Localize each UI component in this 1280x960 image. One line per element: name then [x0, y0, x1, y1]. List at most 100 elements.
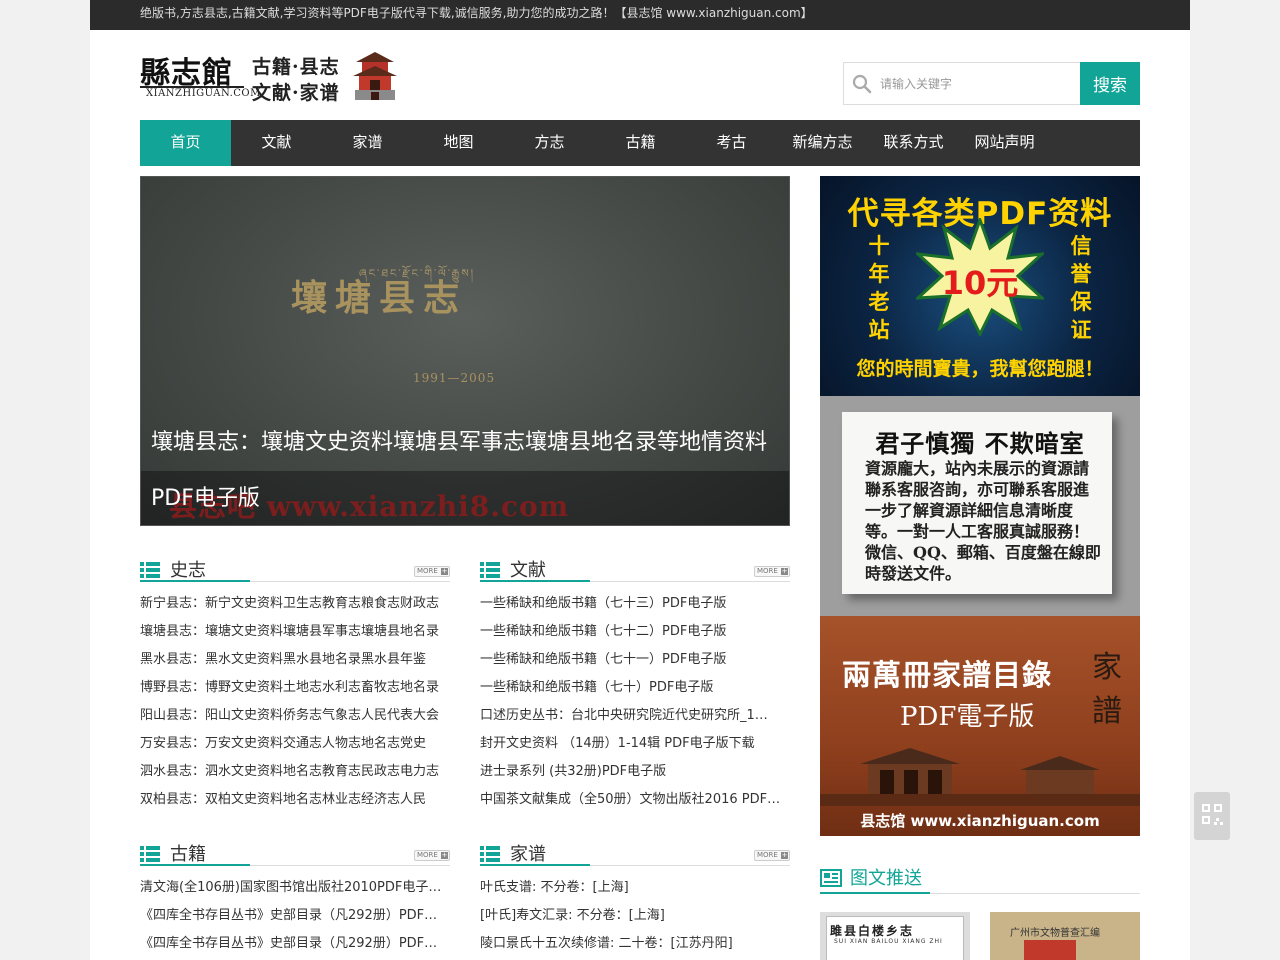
ad-banner-pdf-search[interactable]: 代寻各类PDF资料 十年老站 信誉保证 10元 您的時間寶貴，我幫您跑腿！ — [820, 176, 1140, 396]
article-list: 一些稀缺和绝版书籍（七十三）PDF电子版 一些稀缺和绝版书籍（七十二）PDF电子… — [480, 591, 790, 815]
list-item[interactable]: 一些稀缺和绝版书籍（七十一）PDF电子版 — [480, 647, 790, 675]
section-header: 史志 MORE — [140, 550, 450, 582]
list-item[interactable]: 黑水县志：黑水文史资料黑水县地名录黑水县年鉴 — [140, 647, 450, 675]
nav-home[interactable]: 首页 — [140, 120, 231, 166]
article-list: 叶氏支谱: 不分卷：[上海] [叶氏]寿文汇录: 不分卷：[上海] 陵口景氏十五… — [480, 875, 790, 959]
nav-guji[interactable]: 古籍 — [595, 120, 686, 166]
list-item[interactable]: 《四库全书存目丛书》史部目录（凡292册）PDF… — [140, 903, 450, 931]
thumbnail-stamp — [1024, 940, 1076, 960]
qr-code-icon — [1202, 804, 1223, 825]
ad2-headline: 君子慎獨 不欺暗室 — [875, 429, 1085, 458]
slide-book-years: 1991—2005 — [413, 371, 496, 385]
tuwen-thumbnail[interactable]: 雎县白楼乡志 SUI XIAN BAILOU XIANG ZHI — [820, 912, 970, 960]
section-underline — [480, 864, 590, 866]
section-jiapu: 家谱 MORE 叶氏支谱: 不分卷：[上海] [叶氏]寿文汇录: 不分卷：[上海… — [480, 834, 790, 959]
ad1-footer: 您的時間寶貴，我幫您跑腿！ — [856, 358, 1104, 380]
thumbnail-subtitle: SUI XIAN BAILOU XIANG ZHI — [834, 938, 943, 945]
section-header: 文献 MORE — [480, 550, 790, 582]
list-item[interactable]: 封开文史资料 （14册）1-14辑 PDF电子版下载 — [480, 731, 790, 759]
ad3-vertical-text: 家譜 — [1092, 650, 1122, 729]
list-item[interactable]: 一些稀缺和绝版书籍（七十）PDF电子版 — [480, 675, 790, 703]
list-icon — [480, 562, 500, 578]
ad3-headline: 兩萬冊家譜目錄 — [842, 658, 1053, 692]
slide-caption[interactable]: 壤塘县志：壤塘文史资料壤塘县军事志壤塘县地名录等地情资料PDF电子版 — [141, 415, 789, 525]
list-item[interactable]: 叶氏支谱: 不分卷：[上海] — [480, 875, 790, 903]
list-item[interactable]: 万安县志：万安文史资料交通志人物志地名志党史 — [140, 731, 450, 759]
list-item[interactable]: 新宁县志：新宁文史资料卫生志教育志粮食志财政志 — [140, 591, 450, 619]
nav-contact[interactable]: 联系方式 — [868, 120, 959, 166]
slide-caption-text[interactable]: 壤塘县志：壤塘文史资料壤塘县军事志壤塘县地名录等地情资料PDF电子版 — [151, 415, 789, 525]
site-logo[interactable]: 縣志館 XIANZHIGUAN.COM 古籍·县志 文献·家谱 — [140, 48, 400, 106]
list-item[interactable]: 阳山县志：阳山文史资料侨务志气象志人民代表大会 — [140, 703, 450, 731]
more-button[interactable]: MORE — [414, 850, 450, 861]
featured-slide[interactable]: ཞང་ཐང་རྫོང་གི་ལོ་རྒྱུས། 壤塘县志 1991—2005 县… — [140, 176, 790, 526]
qr-code-float-button[interactable] — [1194, 792, 1230, 840]
search-input[interactable] — [843, 62, 1081, 105]
ad1-price: 10元 — [941, 264, 1019, 302]
section-tuwen: 图文推送 — [820, 858, 1140, 894]
section-wenxian: 文献 MORE 一些稀缺和绝版书籍（七十三）PDF电子版 一些稀缺和绝版书籍（七… — [480, 550, 790, 815]
section-title: 家谱 — [510, 844, 546, 865]
search-button[interactable]: 搜索 — [1080, 62, 1140, 105]
section-title: 文献 — [510, 560, 546, 581]
ad2-body: 資源龐大，站內未展示的資源請聯系客服咨詢，亦可聯系客服進一步了解資源詳細信息清晰… — [865, 459, 1101, 583]
section-header: 古籍 MORE — [140, 834, 450, 866]
section-title: 古籍 — [170, 844, 206, 865]
nav-statement[interactable]: 网站声明 — [959, 120, 1050, 166]
more-button[interactable]: MORE — [414, 566, 450, 577]
pavilion-icon — [353, 52, 397, 100]
list-item[interactable]: 壤塘县志：壤塘文史资料壤塘县军事志壤塘县地名录 — [140, 619, 450, 647]
section-underline — [480, 580, 590, 582]
logo-tagline-1: 古籍·县志 — [252, 56, 340, 78]
section-underline — [140, 864, 250, 866]
tuwen-thumbnail[interactable]: 广州市文物普查汇编 — [990, 912, 1140, 960]
section-guji: 古籍 MORE 清文海(全106册)国家图书馆出版社2010PDF电子… 《四库… — [140, 834, 450, 959]
article-list: 清文海(全106册)国家图书馆出版社2010PDF电子… 《四库全书存目丛书》史… — [140, 875, 450, 959]
list-item[interactable]: 《四库全书存目丛书》史部目录（凡292册）PDF… — [140, 931, 450, 959]
section-underline — [820, 892, 930, 894]
list-item[interactable]: [叶氏]寿文汇录: 不分卷：[上海] — [480, 903, 790, 931]
more-button[interactable]: MORE — [754, 566, 790, 577]
list-item[interactable]: 双柏县志：双柏文史资料地名志林业志经济志人民 — [140, 787, 450, 815]
list-item[interactable]: 一些稀缺和绝版书籍（七十二）PDF电子版 — [480, 619, 790, 647]
article-list: 新宁县志：新宁文史资料卫生志教育志粮食志财政志 壤塘县志：壤塘文史资料壤塘县军事… — [140, 591, 450, 815]
section-underline — [140, 580, 250, 582]
ad3-footer: 县志馆 www.xianzhiguan.com — [860, 812, 1100, 830]
nav-fangzhi[interactable]: 方志 — [504, 120, 595, 166]
list-icon — [480, 846, 500, 862]
thumbnail-title: 雎县白楼乡志 — [830, 924, 915, 938]
section-title: 图文推送 — [850, 868, 922, 889]
ad-banner-service[interactable]: 君子慎獨 不欺暗室 資源龐大，站內未展示的資源請聯系客服咨詢，亦可聯系客服進一步… — [820, 396, 1140, 616]
topbar-notice: 绝版书,方志县志,古籍文献,学习资料等PDF电子版代寻下载,诚信服务,助力您的成… — [90, 0, 1190, 30]
nav-kaogu[interactable]: 考古 — [686, 120, 777, 166]
nav-ditu[interactable]: 地图 — [413, 120, 504, 166]
nav-jiapu[interactable]: 家谱 — [322, 120, 413, 166]
page: 绝版书,方志县志,古籍文献,学习资料等PDF电子版代寻下载,诚信服务,助力您的成… — [90, 0, 1190, 960]
logo-tagline-2: 文献·家谱 — [252, 82, 340, 104]
list-item[interactable]: 陵口景氏十五次续修谱: 二十卷：[江苏丹阳] — [480, 931, 790, 959]
list-item[interactable]: 进士录系列 (共32册)PDF电子版 — [480, 759, 790, 787]
list-item[interactable]: 泗水县志：泗水文史资料地名志教育志民政志电力志 — [140, 759, 450, 787]
main-nav: 首页 文献 家谱 地图 方志 古籍 考古 新编方志 联系方式 网站声明 — [140, 120, 1140, 166]
list-item[interactable]: 中国茶文献集成（全50册）文物出版社2016 PDF… — [480, 787, 790, 815]
thumbnail-title: 广州市文物普查汇编 — [1010, 928, 1100, 939]
newspaper-icon — [820, 869, 842, 887]
ad-banner-genealogy[interactable]: 兩萬冊家譜目錄 PDF電子版 家譜 县志馆 www.xianzhiguan.co… — [820, 616, 1140, 836]
section-header: 家谱 MORE — [480, 834, 790, 866]
search-box: 搜索 — [843, 62, 1140, 105]
list-icon — [140, 562, 160, 578]
list-item[interactable]: 博野县志：博野文史资料土地志水利志畜牧志地名录 — [140, 675, 450, 703]
search-icon — [852, 74, 872, 94]
ancestral-hall-icon — [820, 748, 1140, 806]
section-title: 史志 — [170, 560, 206, 581]
nav-wenxian[interactable]: 文献 — [231, 120, 322, 166]
list-item[interactable]: 一些稀缺和绝版书籍（七十三）PDF电子版 — [480, 591, 790, 619]
slide-book-title: 壤塘县志 — [291, 277, 468, 319]
list-item[interactable]: 清文海(全106册)国家图书馆出版社2010PDF电子… — [140, 875, 450, 903]
more-button[interactable]: MORE — [754, 850, 790, 861]
list-item[interactable]: 口述历史丛书：台北中央研究院近代史研究所_1… — [480, 703, 790, 731]
ad3-subtitle: PDF電子版 — [900, 702, 1035, 732]
nav-xinbian-fangzhi[interactable]: 新编方志 — [777, 120, 868, 166]
section-shizhi: 史志 MORE 新宁县志：新宁文史资料卫生志教育志粮食志财政志 壤塘县志：壤塘文… — [140, 550, 450, 815]
logo-domain: XIANZHIGUAN.COM — [146, 88, 261, 99]
